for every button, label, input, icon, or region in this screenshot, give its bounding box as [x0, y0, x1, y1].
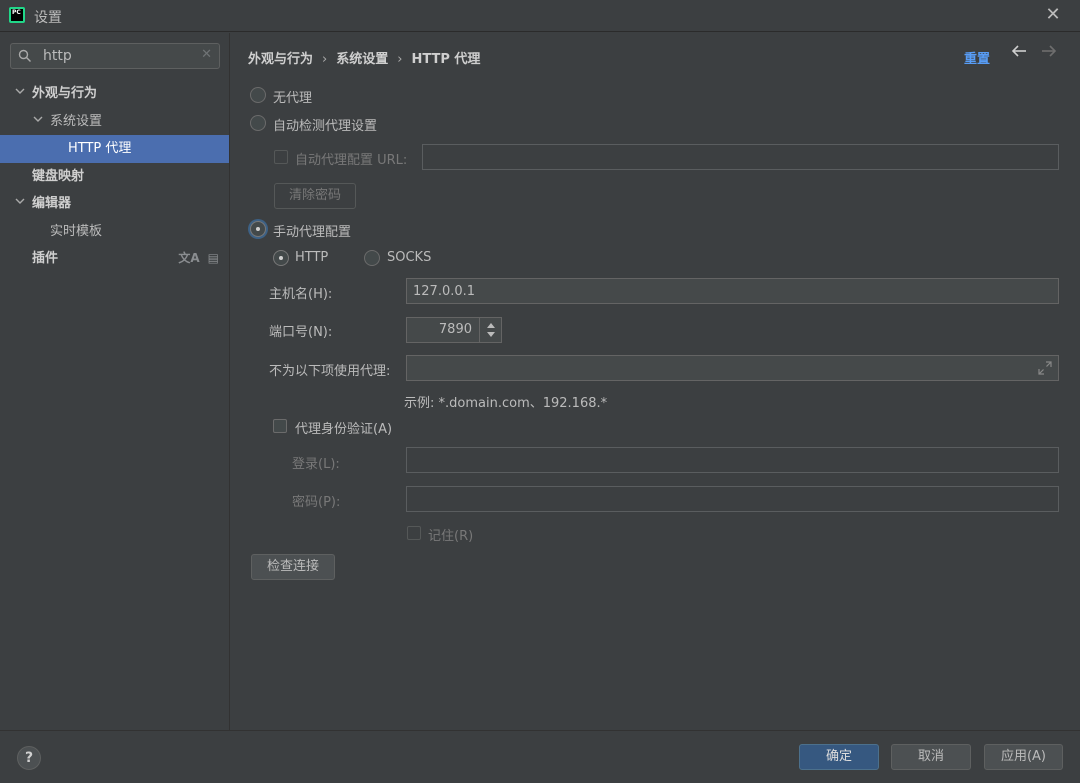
breadcrumb-separator: ›: [397, 52, 403, 67]
no-proxy-radio[interactable]: [250, 87, 266, 103]
ok-button[interactable]: 确定: [799, 744, 879, 770]
socks-radio[interactable]: [364, 250, 380, 266]
tree-item-plugins[interactable]: 插件 文A ▤: [0, 245, 229, 273]
socks-label: SOCKS: [387, 250, 432, 265]
port-value[interactable]: 7890: [439, 322, 472, 337]
chevron-down-icon[interactable]: [15, 80, 27, 107]
search-box[interactable]: ✕: [10, 43, 220, 69]
check-connection-button[interactable]: 检查连接: [251, 554, 335, 580]
host-label: 主机名(H):: [269, 287, 333, 302]
reset-link[interactable]: 重置: [964, 48, 990, 67]
help-icon[interactable]: ?: [17, 746, 41, 770]
http-radio[interactable]: [273, 250, 289, 266]
chevron-down-icon[interactable]: [15, 190, 27, 217]
proxy-auth-checkbox[interactable]: [273, 419, 287, 433]
spinner-arrows-icon[interactable]: [479, 318, 501, 342]
settings-page-icon: ▤: [207, 251, 219, 265]
expand-icon[interactable]: [1038, 361, 1052, 379]
example-hint: 示例: *.domain.com、192.168.*: [404, 396, 608, 411]
tree-item-http-proxy[interactable]: HTTP 代理: [0, 135, 229, 163]
breadcrumb-item[interactable]: 外观与行为: [248, 52, 313, 67]
port-label: 端口号(N):: [269, 325, 333, 340]
tree-item-system-settings[interactable]: 系统设置: [0, 108, 229, 136]
search-icon: [18, 49, 31, 62]
password-label: 密码(P):: [292, 495, 341, 510]
settings-tree: 外观与行为 系统设置 HTTP 代理 键盘映射 编辑器 实时模板 插件 文A ▤: [0, 80, 229, 273]
login-field[interactable]: [406, 447, 1059, 473]
no-proxy-for-field[interactable]: [406, 355, 1059, 381]
close-icon[interactable]: ✕: [1044, 6, 1062, 24]
window-title: 设置: [34, 10, 62, 26]
tree-item-appearance-behavior[interactable]: 外观与行为: [0, 80, 229, 108]
clear-password-button[interactable]: 清除密码: [274, 183, 356, 209]
tree-item-label: 编辑器: [32, 196, 72, 211]
translate-icon: 文A: [178, 251, 200, 265]
http-label: HTTP: [295, 250, 329, 265]
tree-item-label: 实时模板: [50, 223, 103, 239]
auto-detect-radio[interactable]: [250, 115, 266, 131]
apply-button[interactable]: 应用(A): [984, 744, 1063, 770]
no-proxy-label: 无代理: [273, 91, 313, 106]
tree-item-label: HTTP 代理: [68, 141, 132, 156]
breadcrumb-separator: ›: [322, 52, 328, 67]
dialog-footer: ? 确定 取消 应用(A): [0, 730, 1080, 783]
remember-checkbox[interactable]: [407, 526, 421, 540]
title-bar: PC 设置 ✕: [0, 0, 1080, 32]
manual-proxy-label: 手动代理配置: [273, 225, 352, 240]
settings-content: 外观与行为 › 系统设置 › HTTP 代理 重置 无代理 自动检测代理设置 自动代理配…: [231, 33, 1080, 730]
cancel-button[interactable]: 取消: [891, 744, 971, 770]
host-field[interactable]: [406, 278, 1059, 304]
forward-arrow-icon[interactable]: [1041, 43, 1057, 64]
breadcrumb: 外观与行为 › 系统设置 › HTTP 代理: [248, 48, 480, 67]
tree-item-editor[interactable]: 编辑器: [0, 190, 229, 218]
search-input[interactable]: [43, 46, 193, 66]
auto-config-url-field[interactable]: [422, 144, 1059, 170]
remember-label: 记住(R): [428, 529, 474, 544]
settings-sidebar: ✕ 外观与行为 系统设置 HTTP 代理 键盘映射 编辑器 实时模: [0, 33, 230, 730]
breadcrumb-item[interactable]: 系统设置: [336, 52, 388, 67]
tree-item-label: 外观与行为: [32, 86, 98, 101]
proxy-auth-label: 代理身份验证(A): [295, 422, 393, 437]
port-stepper[interactable]: 7890: [406, 317, 502, 343]
tree-item-live-templates[interactable]: 实时模板: [0, 218, 229, 246]
clear-search-icon[interactable]: ✕: [201, 47, 212, 62]
auto-detect-label: 自动检测代理设置: [273, 119, 378, 134]
tree-item-label: 插件: [32, 251, 59, 266]
tree-item-label: 键盘映射: [32, 168, 85, 184]
tree-item-keymap[interactable]: 键盘映射: [0, 163, 229, 191]
auto-config-url-checkbox[interactable]: [274, 150, 288, 164]
chevron-down-icon[interactable]: [33, 108, 45, 135]
pycharm-logo-icon: PC: [9, 7, 25, 23]
login-label: 登录(L):: [292, 457, 340, 472]
auto-config-url-label: 自动代理配置 URL:: [295, 153, 408, 168]
no-proxy-for-label: 不为以下项使用代理:: [269, 364, 391, 379]
tree-item-label: 系统设置: [50, 113, 103, 129]
manual-proxy-radio[interactable]: [250, 221, 266, 237]
breadcrumb-item: HTTP 代理: [411, 52, 481, 67]
password-field[interactable]: [406, 486, 1059, 512]
back-arrow-icon[interactable]: [1011, 43, 1027, 64]
